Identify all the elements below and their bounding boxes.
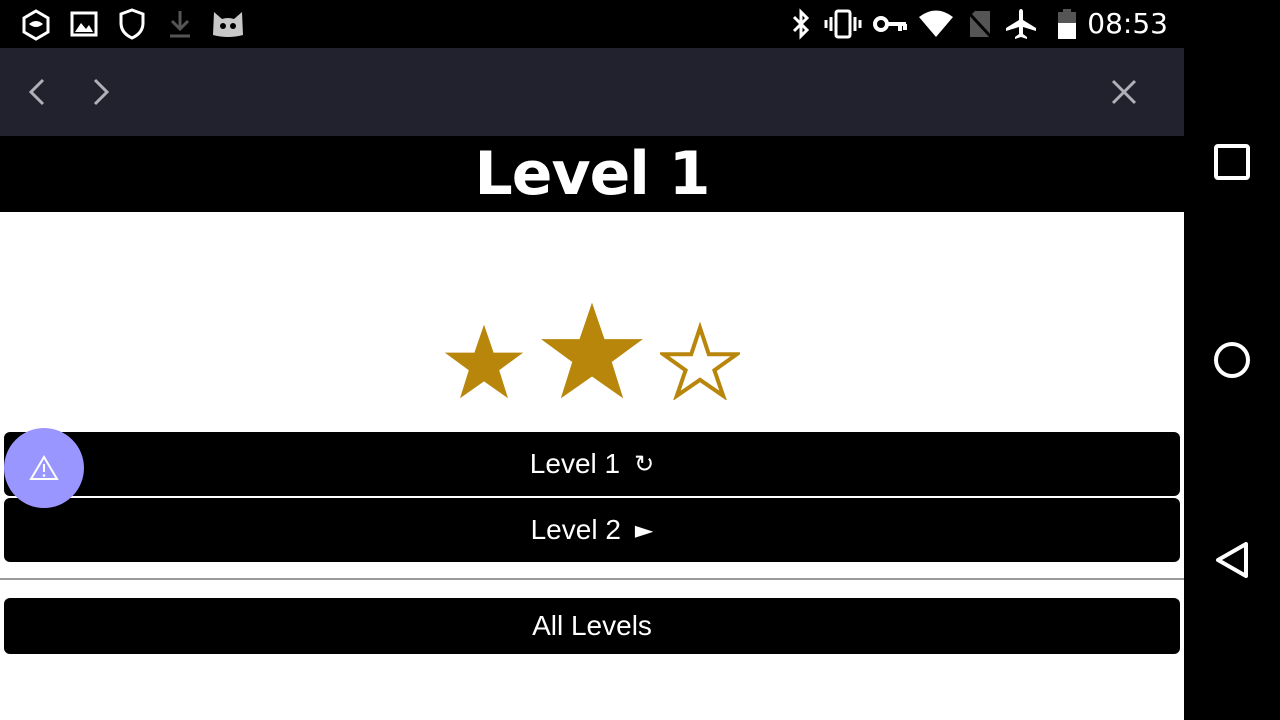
star-empty-icon bbox=[660, 322, 740, 400]
no-sim-icon bbox=[966, 10, 994, 40]
replay-icon: ↻ bbox=[634, 450, 655, 478]
level-title-bar: Level 1 bbox=[0, 136, 1184, 212]
divider bbox=[0, 578, 1184, 580]
navigation-bar bbox=[1184, 0, 1280, 720]
all-levels-button[interactable]: All Levels bbox=[4, 598, 1180, 654]
image-icon bbox=[70, 11, 98, 37]
next-level-label: Level 2 bbox=[530, 514, 621, 545]
vpn-key-icon bbox=[873, 16, 907, 32]
close-icon[interactable] bbox=[1108, 76, 1140, 108]
star-filled-icon bbox=[444, 324, 524, 399]
bluetooth-icon bbox=[792, 8, 810, 40]
status-time: 08:53 bbox=[1087, 7, 1168, 40]
shield-icon bbox=[119, 8, 145, 40]
warning-icon bbox=[29, 455, 59, 480]
chevron-left-icon[interactable] bbox=[22, 76, 54, 108]
app-hex-icon bbox=[22, 9, 50, 41]
chevron-right-icon[interactable] bbox=[84, 76, 116, 108]
status-bar: 08:53 bbox=[0, 0, 1184, 48]
recents-icon[interactable] bbox=[1212, 142, 1252, 182]
next-level-button[interactable]: Level 2 ► bbox=[4, 498, 1180, 562]
home-icon[interactable] bbox=[1212, 340, 1252, 380]
all-levels-label: All Levels bbox=[532, 610, 652, 641]
replay-level-label: Level 1 bbox=[529, 448, 621, 479]
vibrate-icon bbox=[824, 9, 862, 39]
star-rating bbox=[0, 296, 1184, 406]
page-title: Level 1 bbox=[474, 139, 711, 209]
download-icon bbox=[170, 11, 190, 38]
cat-icon bbox=[213, 12, 243, 37]
warning-fab[interactable] bbox=[4, 428, 84, 508]
replay-level-button[interactable]: Level 1 ↻ bbox=[4, 432, 1180, 496]
browser-toolbar bbox=[0, 48, 1184, 136]
level-complete-panel: Level 1 ↻ Level 2 ► All Levels bbox=[0, 212, 1184, 720]
star-filled-icon bbox=[541, 302, 643, 399]
back-icon[interactable] bbox=[1212, 540, 1252, 580]
wifi-icon bbox=[919, 10, 953, 37]
battery-icon bbox=[1058, 9, 1076, 39]
play-icon: ► bbox=[634, 516, 654, 544]
airplane-icon bbox=[1006, 9, 1036, 39]
